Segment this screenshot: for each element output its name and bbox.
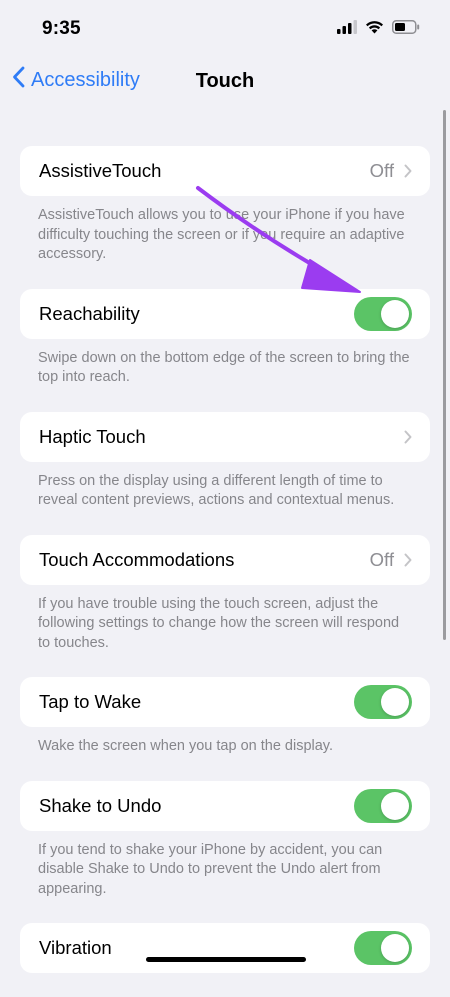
status-icons	[337, 20, 420, 39]
assistivetouch-cell[interactable]: AssistiveTouch Off	[20, 146, 430, 196]
group-footer: Wake the screen when you tap on the disp…	[38, 738, 334, 754]
cell-label: Touch Accommodations	[39, 548, 235, 570]
cell-label: Vibration	[39, 937, 112, 958]
toggle-knob	[381, 791, 409, 820]
group-footer: If you have trouble using the touch scre…	[38, 595, 400, 651]
toggle-knob	[381, 934, 409, 962]
group-assistivetouch: AssistiveTouch Off AssistiveTouch allows…	[20, 146, 430, 265]
group-footer: Swipe down on the bottom edge of the scr…	[38, 349, 410, 386]
shake-to-undo-cell: Shake to Undo	[20, 780, 430, 831]
tap-to-wake-toggle[interactable]	[354, 685, 412, 719]
cell-value: Off	[369, 548, 394, 570]
group-footer: AssistiveTouch allows you to use your iP…	[38, 207, 405, 262]
toggle-knob	[381, 688, 409, 716]
wifi-icon	[365, 20, 384, 39]
chevron-right-icon	[404, 430, 412, 444]
cell-label: Shake to Undo	[39, 794, 162, 816]
haptic-touch-cell[interactable]: Haptic Touch	[20, 411, 430, 462]
navigation-bar: Accessibility Touch	[0, 58, 450, 102]
page-title: Touch	[195, 70, 255, 92]
chevron-right-icon	[404, 164, 412, 178]
group-vibration: Vibration	[20, 923, 430, 973]
battery-icon	[392, 20, 420, 39]
cell-label: Reachability	[39, 302, 140, 324]
reachability-cell: Reachability	[20, 288, 430, 339]
scrollbar[interactable]	[443, 110, 446, 640]
home-indicator[interactable]	[146, 957, 306, 962]
group-shake-to-undo: Shake to Undo If you tend to shake your …	[20, 780, 430, 900]
chevron-right-icon	[404, 553, 412, 567]
cell-label: AssistiveTouch	[39, 160, 162, 181]
vibration-cell: Vibration	[20, 923, 430, 973]
status-time: 9:35	[42, 18, 81, 39]
cell-value: Off	[369, 160, 394, 181]
cell-label: Tap to Wake	[39, 691, 142, 712]
group-footer: Press on the display using a different l…	[38, 472, 395, 509]
touch-accommodations-cell[interactable]: Touch Accommodations Off	[20, 534, 430, 585]
vibration-toggle[interactable]	[354, 931, 412, 965]
signal-icon	[337, 20, 357, 39]
group-haptic-touch: Haptic Touch Press on the display using …	[20, 411, 430, 511]
settings-list: AssistiveTouch Off AssistiveTouch allows…	[20, 146, 430, 997]
group-reachability: Reachability Swipe down on the bottom ed…	[20, 288, 430, 388]
tap-to-wake-cell: Tap to Wake	[20, 677, 430, 727]
shake-to-undo-toggle[interactable]	[354, 788, 412, 823]
toggle-knob	[381, 299, 409, 328]
cell-label: Haptic Touch	[39, 425, 146, 447]
reachability-toggle[interactable]	[354, 296, 412, 331]
group-tap-to-wake: Tap to Wake Wake the screen when you tap…	[20, 677, 430, 757]
group-footer: If you tend to shake your iPhone by acci…	[38, 841, 383, 897]
group-touch-accommodations: Touch Accommodations Off If you have tro…	[20, 534, 430, 654]
status-bar: 9:35	[0, 0, 450, 58]
